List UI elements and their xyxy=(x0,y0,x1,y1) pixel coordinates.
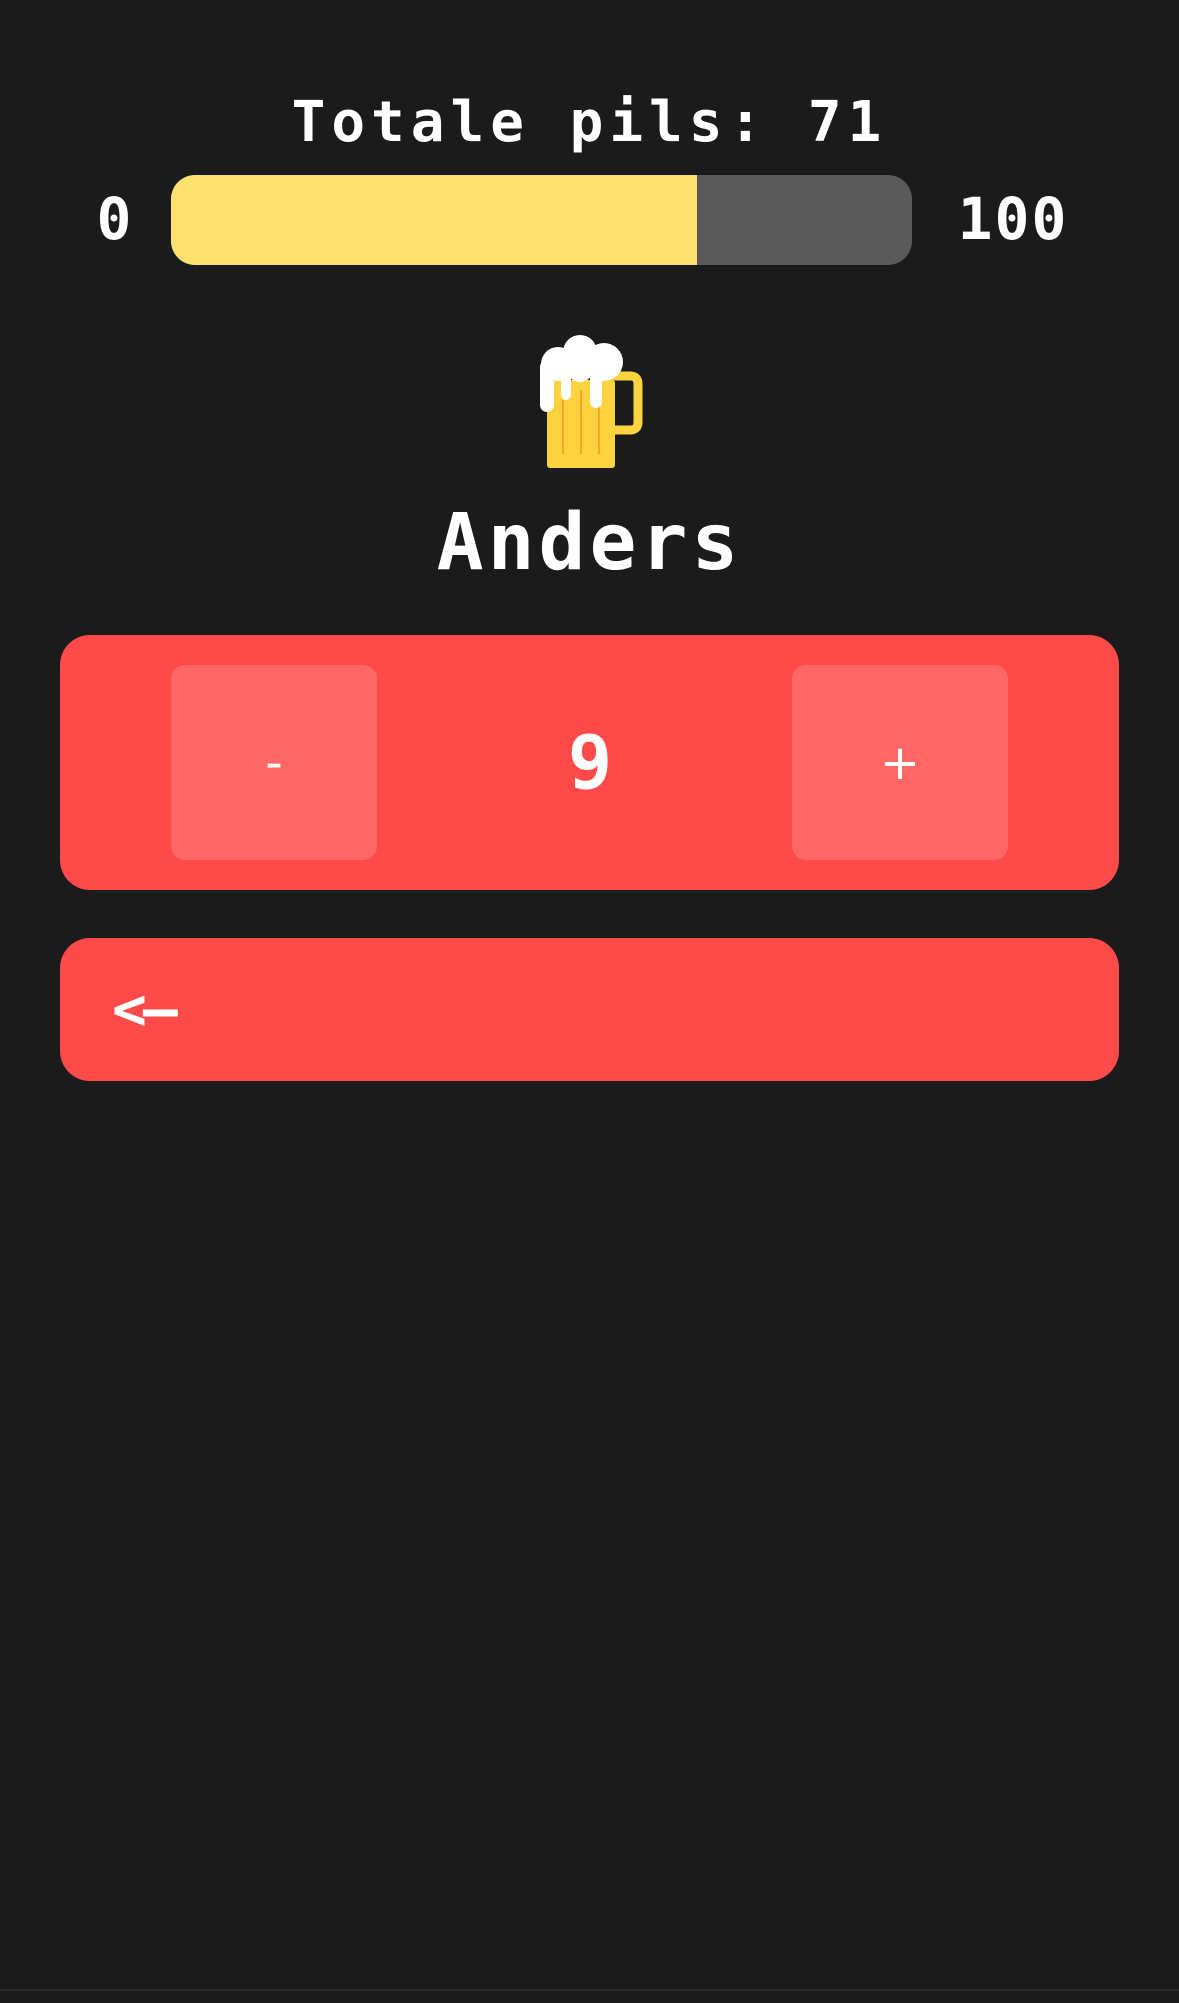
back-button[interactable]: <— xyxy=(60,938,1119,1081)
counter-card: - 9 + xyxy=(60,635,1119,890)
beer-mug-icon xyxy=(530,330,650,470)
back-arrow-icon: <— xyxy=(112,975,178,1043)
bottom-divider xyxy=(0,1989,1179,1991)
increment-button[interactable]: + xyxy=(792,665,1008,860)
beer-count-value: 9 xyxy=(567,720,613,806)
player-name: Anders xyxy=(436,498,743,588)
app-screen: Totale pils: 71 0 100 Anders - 9 + <— xyxy=(0,0,1179,2003)
progress-fill xyxy=(171,175,698,265)
progress-min-label: 0 xyxy=(96,185,132,253)
total-progress-bar xyxy=(171,175,912,265)
decrement-button[interactable]: - xyxy=(171,665,377,860)
progress-max-label: 100 xyxy=(957,185,1069,253)
total-count-title: Totale pils: 71 xyxy=(291,90,888,155)
